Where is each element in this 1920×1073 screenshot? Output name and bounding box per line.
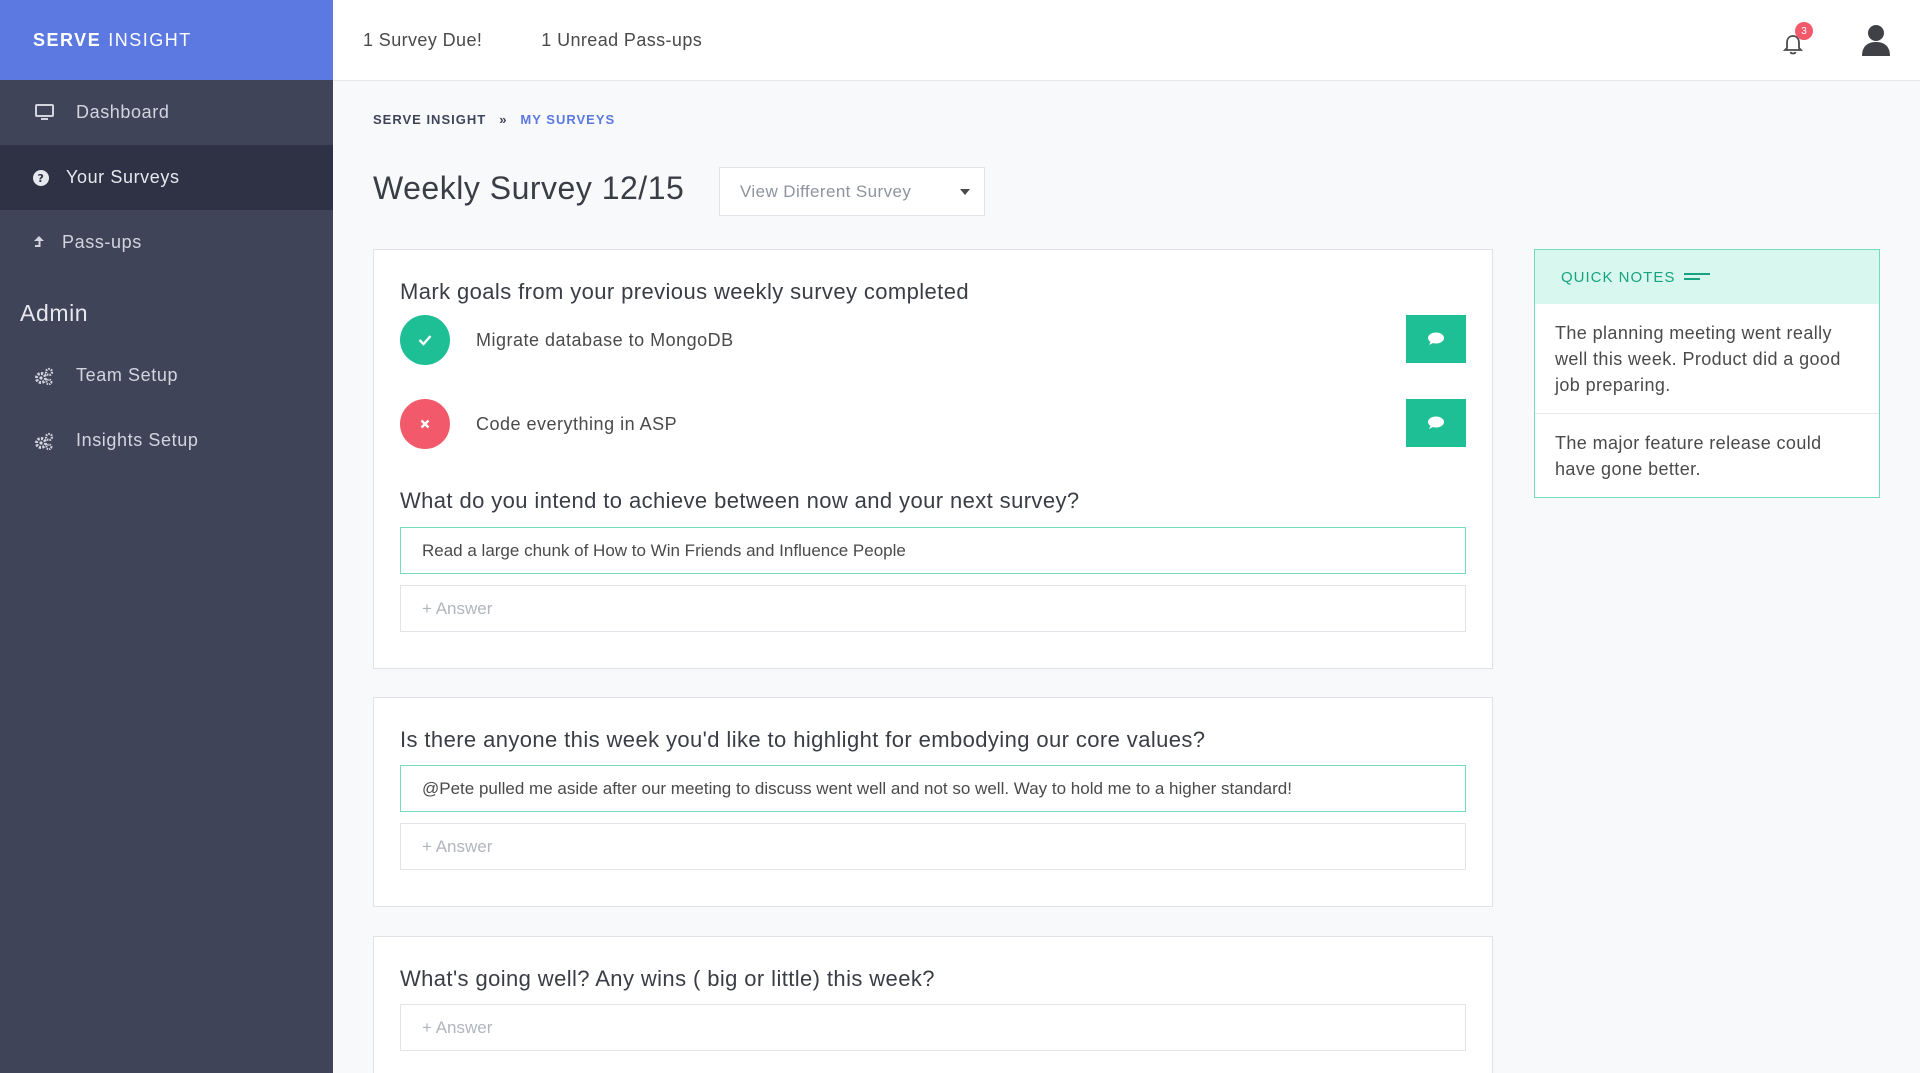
unread-passups-link[interactable]: 1 Unread Pass-ups — [541, 30, 702, 51]
goal-text: Code everything in ASP — [476, 413, 678, 434]
survey-card-goals: Mark goals from your previous weekly sur… — [373, 249, 1493, 669]
arrow-up-icon — [32, 235, 46, 251]
brand-light: INSIGHT — [108, 29, 192, 50]
breadcrumb-root[interactable]: SERVE INSIGHT — [373, 112, 486, 127]
goal-completed-toggle[interactable] — [400, 315, 450, 365]
sidebar-item-label: Your Surveys — [66, 167, 180, 187]
survey-card-wins: What's going well? Any wins ( big or lit… — [373, 936, 1493, 1073]
sidebar-item-your-surveys[interactable]: ? Your Surveys — [0, 145, 333, 210]
quick-note[interactable]: The major feature release could have gon… — [1535, 413, 1879, 497]
question-title: Mark goals from your previous weekly sur… — [400, 279, 969, 304]
caret-down-icon — [960, 189, 970, 195]
sidebar-section-admin: Admin — [20, 299, 89, 326]
survey-due-link[interactable]: 1 Survey Due! — [363, 30, 482, 51]
close-icon — [420, 419, 430, 429]
brand-bold: SERVE — [33, 29, 102, 50]
monitor-icon — [32, 104, 56, 121]
add-answer-field[interactable]: + Answer — [400, 585, 1466, 632]
goal-text: Migrate database to MongoDB — [476, 329, 734, 350]
top-bar: 1 Survey Due! 1 Unread Pass-ups — [333, 0, 1920, 81]
svg-text:?: ? — [38, 172, 45, 185]
sidebar-item-label: Pass-ups — [62, 232, 142, 252]
check-icon — [418, 335, 432, 346]
answer-field[interactable]: @Pete pulled me aside after our meeting … — [400, 765, 1466, 812]
add-answer-field[interactable]: + Answer — [400, 823, 1466, 870]
survey-selector-dropdown[interactable]: View Different Survey — [719, 167, 985, 216]
brand-logo[interactable]: SERVE INSIGHT — [0, 0, 333, 80]
menu-lines-icon[interactable] — [1684, 272, 1711, 282]
breadcrumb-separator: » — [499, 112, 508, 127]
breadcrumb: SERVE INSIGHT » MY SURVEYS — [373, 112, 615, 127]
sidebar-item-label: Dashboard — [76, 102, 170, 122]
user-avatar-icon[interactable] — [1861, 24, 1893, 58]
comment-button[interactable] — [1406, 315, 1466, 363]
cogs-icon — [32, 432, 56, 450]
sidebar-item-team-setup[interactable]: Team Setup — [0, 343, 333, 408]
answer-field[interactable]: Read a large chunk of How to Win Friends… — [400, 527, 1466, 574]
goal-row: Code everything in ASP — [400, 399, 1466, 449]
goal-not-completed-toggle[interactable] — [400, 399, 450, 449]
page-title: Weekly Survey 12/15 — [373, 170, 685, 206]
question-title: What's going well? Any wins ( big or lit… — [400, 966, 935, 991]
sidebar-item-pass-ups[interactable]: Pass-ups — [0, 210, 333, 275]
sidebar: SERVE INSIGHT Dashboard ? Your Surveys P… — [0, 0, 333, 1073]
sidebar-item-dashboard[interactable]: Dashboard — [0, 80, 333, 145]
comment-icon — [1428, 332, 1444, 345]
quick-notes-title: QUICK NOTES — [1561, 268, 1676, 286]
survey-card-core-values: Is there anyone this week you'd like to … — [373, 697, 1493, 907]
quick-notes-header: QUICK NOTES — [1535, 250, 1879, 304]
survey-selector-label: View Different Survey — [740, 181, 912, 201]
question-title: Is there anyone this week you'd like to … — [400, 727, 1206, 752]
comment-icon — [1428, 416, 1444, 429]
sidebar-item-label: Team Setup — [76, 365, 179, 385]
comment-button[interactable] — [1406, 399, 1466, 447]
quick-note[interactable]: The planning meeting went really well th… — [1535, 304, 1879, 413]
sidebar-item-insights-setup[interactable]: Insights Setup — [0, 408, 333, 473]
sidebar-item-label: Insights Setup — [76, 430, 199, 450]
question-circle-icon: ? — [32, 169, 50, 186]
add-answer-field[interactable]: + Answer — [400, 1004, 1466, 1051]
notification-badge: 3 — [1795, 22, 1813, 40]
question-title: What do you intend to achieve between no… — [400, 488, 1080, 513]
quick-notes-panel: QUICK NOTES The planning meeting went re… — [1534, 249, 1880, 498]
breadcrumb-current[interactable]: MY SURVEYS — [520, 112, 615, 127]
cogs-icon — [32, 367, 56, 385]
goal-row: Migrate database to MongoDB — [400, 315, 1466, 365]
